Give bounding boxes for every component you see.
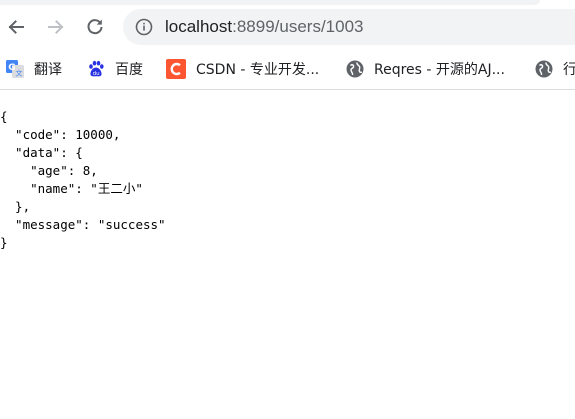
json-response: { "code": 10000, "data": { "age": 8, "na… — [0, 108, 166, 252]
bookmark-label: Reqres - 开源的AJ... — [374, 62, 505, 78]
svg-text:G: G — [8, 63, 15, 73]
svg-text:文: 文 — [16, 69, 23, 78]
forward-button[interactable] — [40, 11, 72, 43]
json-line: }, — [0, 199, 31, 214]
bookmark-csdn[interactable]: CSDN - 专业开发... — [166, 57, 319, 81]
info-icon[interactable] — [135, 18, 153, 36]
bookmark-label: CSDN - 专业开发... — [196, 62, 320, 78]
bookmark-baidu[interactable]: du 百度 — [87, 57, 143, 81]
url-text[interactable]: localhost:8899/users/1003 — [165, 17, 364, 37]
svg-text:du: du — [93, 71, 100, 77]
back-button[interactable] — [0, 11, 32, 43]
csdn-icon — [166, 59, 186, 79]
url-path: :8899/users/1003 — [232, 17, 364, 36]
json-line: } — [0, 235, 8, 250]
bookmark-xing[interactable]: 行 — [535, 57, 575, 81]
json-line: { — [0, 109, 8, 124]
browser-toolbar: localhost:8899/users/1003 — [0, 6, 575, 50]
bookmark-reqres[interactable]: Reqres - 开源的AJ... — [346, 57, 505, 81]
active-tab-edge[interactable] — [0, 0, 540, 5]
address-bar[interactable]: localhost:8899/users/1003 — [123, 9, 575, 45]
baidu-paw-icon: du — [87, 60, 105, 78]
json-line: "age": 8, — [0, 163, 98, 178]
json-line: "code": 10000, — [0, 127, 121, 142]
browser-window: localhost:8899/users/1003 G 文 翻译 du 百度 C… — [0, 0, 575, 419]
reload-button[interactable] — [79, 11, 111, 43]
google-translate-icon: G 文 — [6, 60, 24, 78]
page-content: { "code": 10000, "data": { "age": 8, "na… — [0, 90, 575, 419]
bookmark-label: 翻译 — [34, 62, 62, 78]
bookmark-label: 百度 — [115, 62, 143, 78]
bookmark-label: 行 — [563, 62, 575, 78]
globe-icon — [535, 60, 553, 78]
json-line: "data": { — [0, 145, 83, 160]
json-line: "name": "王二小" — [0, 181, 143, 196]
json-line: "message": "success" — [0, 217, 166, 232]
arrow-left-icon — [8, 20, 24, 34]
url-host: localhost — [165, 17, 233, 36]
bookmark-fanyi[interactable]: G 文 翻译 — [6, 57, 62, 81]
globe-icon — [346, 60, 364, 78]
reload-icon — [87, 19, 103, 35]
arrow-right-icon — [48, 20, 64, 34]
bookmarks-bar: G 文 翻译 du 百度 CSDN - 专业开发... Reqres - 开源的… — [0, 54, 575, 84]
